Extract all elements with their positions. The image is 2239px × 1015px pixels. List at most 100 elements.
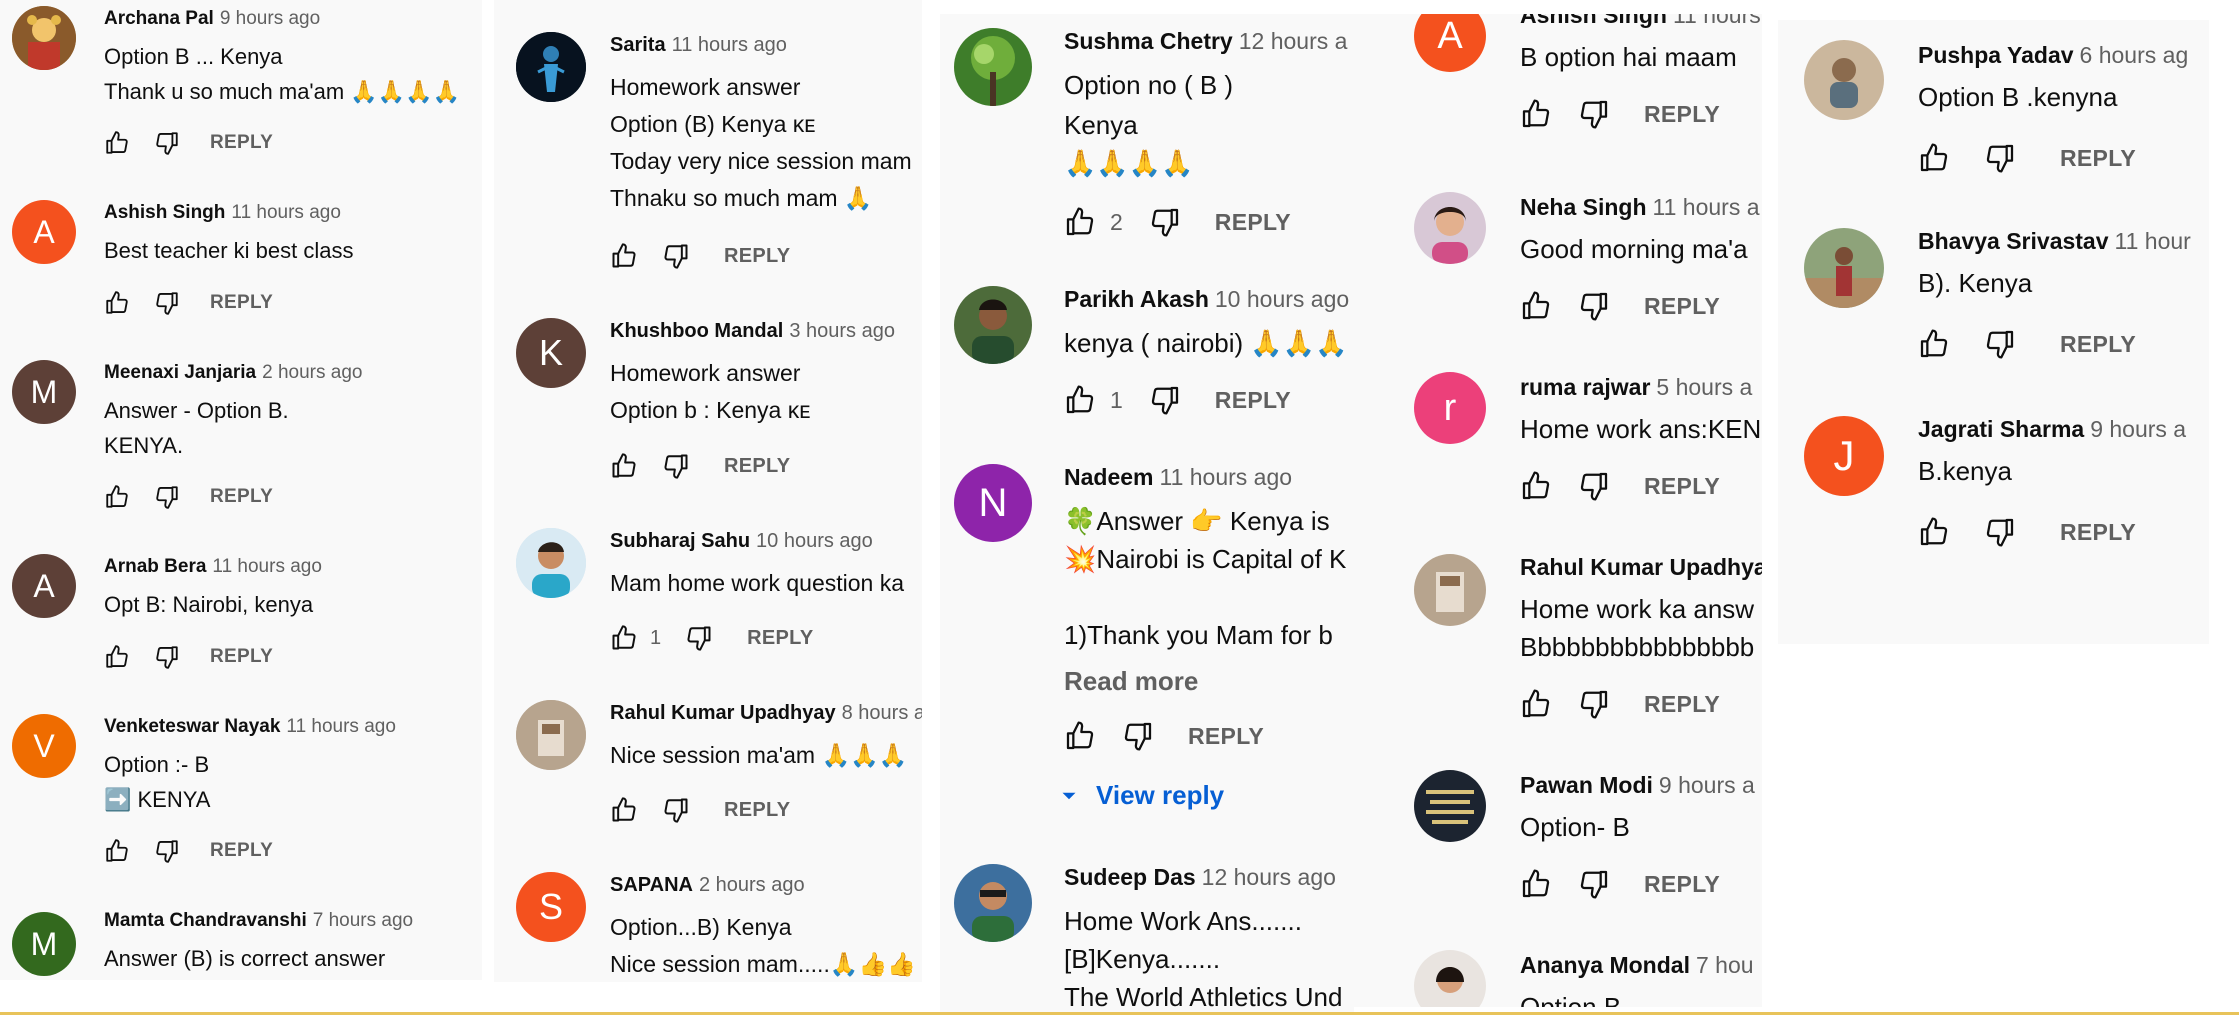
comment-timestamp[interactable]: 11 hours (1673, 14, 1761, 28)
reply-button[interactable]: REPLY (724, 245, 790, 268)
comment-timestamp[interactable]: 11 hours ago (231, 202, 341, 223)
like-button[interactable] (1064, 384, 1096, 416)
reply-button[interactable]: REPLY (210, 292, 273, 314)
comment-author[interactable]: SAPANA (610, 874, 693, 896)
avatar[interactable]: M (12, 360, 76, 424)
comment-author[interactable]: Pawan Modi (1520, 772, 1653, 798)
comment-timestamp[interactable]: 2 hours ago (699, 874, 805, 896)
comment-author[interactable]: Meenaxi Janjaria (104, 362, 256, 383)
like-button[interactable] (610, 796, 638, 824)
like-button[interactable] (1064, 720, 1096, 752)
comment-timestamp[interactable]: 12 hours a (1239, 28, 1348, 54)
dislike-button[interactable] (1984, 516, 2016, 548)
avatar[interactable] (516, 528, 586, 598)
comment-author[interactable]: Mamta Chandravanshi (104, 910, 307, 931)
comment-timestamp[interactable]: 7 hours ago (313, 910, 413, 931)
dislike-button[interactable] (1578, 868, 1610, 900)
avatar[interactable] (1414, 554, 1486, 626)
like-button[interactable] (610, 452, 638, 480)
reply-button[interactable]: REPLY (724, 799, 790, 822)
reply-button[interactable]: REPLY (210, 840, 273, 862)
avatar[interactable]: A (1414, 14, 1486, 72)
comment-author[interactable]: Subharaj Sahu (610, 530, 750, 552)
avatar[interactable]: J (1804, 416, 1884, 496)
avatar[interactable]: K (516, 318, 586, 388)
comment-timestamp[interactable]: 9 hours a (2090, 416, 2186, 442)
comment-author[interactable]: Ananya Mondal (1520, 952, 1690, 978)
reply-button[interactable]: REPLY (1188, 723, 1264, 750)
reply-button[interactable]: REPLY (1644, 691, 1720, 718)
comment-author[interactable]: Parikh Akash (1064, 286, 1209, 312)
comment-timestamp[interactable]: 5 hours a (1656, 374, 1752, 400)
comment-timestamp[interactable]: 10 hours ago (756, 530, 873, 552)
like-button[interactable] (1520, 290, 1552, 322)
like-button[interactable] (104, 290, 130, 316)
dislike-button[interactable] (1578, 98, 1610, 130)
reply-button[interactable]: REPLY (1644, 293, 1720, 320)
avatar[interactable]: N (954, 464, 1032, 542)
reply-button[interactable]: REPLY (210, 646, 273, 668)
dislike-button[interactable] (1578, 688, 1610, 720)
reply-button[interactable]: REPLY (1215, 209, 1291, 236)
dislike-button[interactable] (1984, 142, 2016, 174)
avatar[interactable] (954, 286, 1032, 364)
avatar[interactable] (516, 32, 586, 102)
comment-author[interactable]: Sudeep Das (1064, 864, 1196, 890)
comment-author[interactable]: Sushma Chetry (1064, 28, 1233, 54)
comment-timestamp[interactable]: 11 hours ago (1159, 464, 1292, 490)
dislike-button[interactable] (1578, 290, 1610, 322)
dislike-button[interactable] (154, 484, 180, 510)
like-button[interactable] (104, 130, 130, 156)
dislike-button[interactable] (1984, 328, 2016, 360)
comment-author[interactable]: Nadeem (1064, 464, 1153, 490)
comment-timestamp[interactable]: 6 hours ag (2080, 42, 2189, 68)
dislike-button[interactable] (154, 130, 180, 156)
like-button[interactable] (1520, 868, 1552, 900)
comment-timestamp[interactable]: 3 hours ago (789, 320, 895, 342)
reply-button[interactable]: REPLY (1215, 387, 1291, 414)
dislike-button[interactable] (1578, 470, 1610, 502)
like-button[interactable] (610, 242, 638, 270)
like-button[interactable] (1520, 98, 1552, 130)
comment-author[interactable]: Bhavya Srivastav (1918, 228, 2109, 254)
reply-button[interactable]: REPLY (210, 132, 273, 154)
avatar[interactable] (954, 864, 1032, 942)
avatar[interactable]: V (12, 714, 76, 778)
comment-author[interactable]: Rahul Kumar Upadhyay (610, 702, 836, 724)
dislike-button[interactable] (1149, 206, 1181, 238)
like-button[interactable] (1918, 516, 1950, 548)
like-button[interactable] (1918, 142, 1950, 174)
avatar[interactable] (1804, 40, 1884, 120)
like-button[interactable] (1064, 206, 1096, 238)
comment-author[interactable]: Pushpa Yadav (1918, 42, 2074, 68)
avatar[interactable] (12, 6, 76, 70)
comment-author[interactable]: Jagrati Sharma (1918, 416, 2084, 442)
avatar[interactable]: S (516, 872, 586, 942)
dislike-button[interactable] (154, 290, 180, 316)
reply-button[interactable]: REPLY (2060, 519, 2136, 546)
dislike-button[interactable] (662, 242, 690, 270)
reply-button[interactable]: REPLY (1644, 101, 1720, 128)
dislike-button[interactable] (154, 838, 180, 864)
dislike-button[interactable] (662, 796, 690, 824)
comment-author[interactable]: Arnab Bera (104, 556, 206, 577)
reply-button[interactable]: REPLY (2060, 331, 2136, 358)
reply-button[interactable]: REPLY (1644, 871, 1720, 898)
reply-button[interactable]: REPLY (210, 486, 273, 508)
comment-timestamp[interactable]: 10 hours ago (1215, 286, 1349, 312)
avatar[interactable] (516, 700, 586, 770)
dislike-button[interactable] (154, 644, 180, 670)
comment-timestamp[interactable]: 11 hours ago (212, 556, 322, 577)
comment-timestamp[interactable]: 11 hours ago (672, 34, 787, 56)
comment-timestamp[interactable]: 12 hours ago (1202, 864, 1336, 890)
reply-button[interactable]: REPLY (724, 455, 790, 478)
comment-timestamp[interactable]: 8 hours a (842, 702, 922, 724)
avatar[interactable]: M (12, 912, 76, 976)
avatar[interactable]: A (12, 200, 76, 264)
dislike-button[interactable] (1122, 720, 1154, 752)
comment-timestamp[interactable]: 9 hours a (1659, 772, 1755, 798)
avatar[interactable]: r (1414, 372, 1486, 444)
like-button[interactable] (1520, 688, 1552, 720)
comment-timestamp[interactable]: 11 hours a (1653, 194, 1760, 220)
read-more-link[interactable]: Read more (1064, 666, 1198, 697)
